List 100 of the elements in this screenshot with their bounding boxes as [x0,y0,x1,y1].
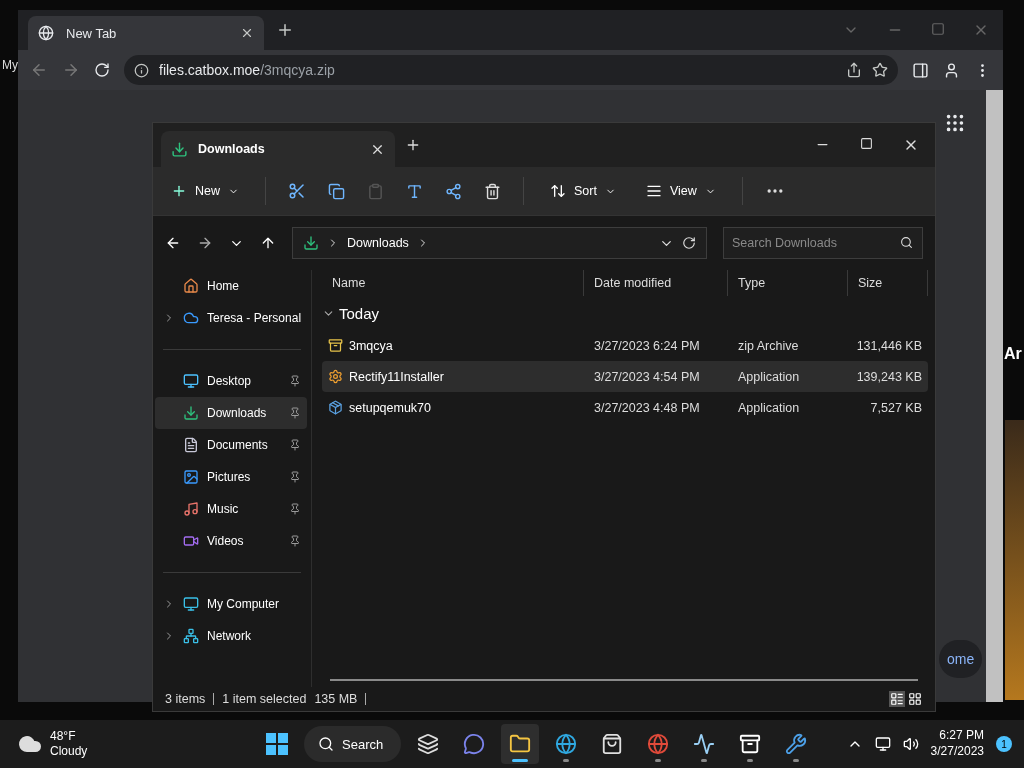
sidebar-item[interactable]: Videos [155,525,307,557]
sidebar-item[interactable]: Home [155,270,307,302]
notification-badge[interactable]: 1 [996,736,1012,752]
search-icon [900,236,913,249]
new-button[interactable]: New [167,179,243,203]
package-icon [328,400,343,415]
monitor-icon [183,373,199,389]
file-name: Rectify11Installer [349,369,444,384]
sidebar-label: Downloads [207,406,267,420]
browser-logo-icon [38,25,54,41]
sidebar-item[interactable]: Network [155,620,307,652]
column-header[interactable]: Name [332,276,366,290]
sidebar-item[interactable]: Downloads [155,397,307,429]
sidebar-label: Home [207,279,239,293]
sidebar-item[interactable]: Desktop [155,365,307,397]
address-bar[interactable]: files.catbox.moe/3mqcya.zip [124,55,898,85]
folder-icon [509,733,532,755]
new-tab-icon[interactable] [276,21,294,39]
type-cell: Application [738,400,800,415]
pin-icon [289,535,301,547]
file-row[interactable]: setupqemuk70 3/27/2023 4:48 PM Application 7,527 KB [322,392,928,423]
breadcrumb-item[interactable]: Downloads [347,236,409,250]
group-header[interactable]: Today [322,296,928,330]
wrench-icon [785,733,808,755]
date-cell: 3/27/2023 6:24 PM [594,338,700,353]
pin-icon [289,439,301,451]
clock[interactable]: 6:27 PM 3/27/2023 [930,728,984,760]
weather-condition: Cloudy [50,744,88,759]
info-icon [134,62,149,78]
windows-logo-icon [266,733,288,755]
column-header[interactable]: Size [858,276,883,290]
explorer-tab[interactable]: Downloads [161,131,395,167]
details-view-button[interactable] [889,691,905,707]
tab-title: New Tab [66,25,117,41]
date-cell: 3/27/2023 4:54 PM [594,369,700,384]
apps-grid-icon[interactable] [944,112,966,134]
side-panel-icon[interactable] [912,61,929,79]
chart-icon [693,733,716,755]
status-text: 135 MB [314,692,358,706]
tab-title: Downloads [198,142,265,156]
delete-icon[interactable] [484,182,501,200]
sidebar-label: Music [207,502,239,516]
page-button[interactable]: ome [939,640,983,678]
download-icon [303,235,319,251]
file-row[interactable]: Rectify11Installer 3/27/2023 4:54 PM Application 139,243 KB [322,361,928,392]
reload-icon[interactable] [94,62,110,78]
sidebar-label: Teresa - Personal [207,311,302,325]
gear-icon [328,369,343,384]
computer-icon [183,596,199,612]
document-icon [183,437,199,453]
monitor-icon[interactable] [874,736,891,752]
status-text: 1 item selected [222,692,307,706]
search-icon [318,736,334,752]
pin-icon [289,375,301,387]
sidebar-label: My Computer [207,597,280,611]
forward-icon[interactable] [197,235,213,251]
sidebar-item[interactable]: Documents [155,429,307,461]
profile-icon[interactable] [943,61,960,79]
taskbar-app[interactable] [501,724,540,764]
video-icon [183,533,199,549]
column-header[interactable]: Type [738,276,766,290]
tiles-view-button[interactable] [907,691,923,707]
scrollbar[interactable] [986,90,1003,702]
view-button[interactable]: View [641,179,720,203]
cut-icon[interactable] [288,182,306,200]
download-icon [171,140,188,158]
taskbar-search[interactable]: Search [304,726,402,762]
refresh-icon[interactable] [682,236,696,250]
sidebar-label: Videos [207,534,244,548]
scrollbar[interactable] [330,679,918,681]
close-icon[interactable] [240,26,254,40]
address-bar[interactable]: Downloads [292,227,707,259]
download-icon [183,405,199,421]
sidebar-item[interactable]: My Computer [155,588,307,620]
copy-icon[interactable] [328,182,345,200]
up-icon[interactable] [260,235,276,251]
sidebar-label: Pictures [207,470,251,484]
globe-icon [555,733,578,755]
sidebar-label: Documents [207,438,268,452]
sidebar-item[interactable]: Music [155,493,307,525]
search-field[interactable]: Search Downloads [723,227,923,259]
file-row[interactable]: 3mqcya 3/27/2023 6:24 PM zip Archive 131,446 KB [322,330,928,361]
chat-icon [463,733,486,755]
star-icon[interactable] [872,62,888,78]
share-icon[interactable] [846,62,862,78]
globe-icon [647,733,670,755]
volume-icon[interactable] [902,736,919,752]
column-header[interactable]: Date modified [594,276,672,290]
rename-icon[interactable] [406,182,423,200]
sidebar-item[interactable]: Teresa - Personal [155,302,307,334]
back-icon[interactable] [165,235,181,251]
archive-icon [328,338,343,353]
desktop-icon-label: My [2,58,18,72]
share-icon[interactable] [445,182,462,200]
sort-button[interactable]: Sort [546,179,620,203]
sidebar-item[interactable]: Pictures [155,461,307,493]
new-tab-icon[interactable] [405,137,421,153]
size-cell: 7,527 KB [870,400,922,415]
size-cell: 139,243 KB [856,369,922,384]
browser-tab[interactable]: New Tab [28,16,264,50]
